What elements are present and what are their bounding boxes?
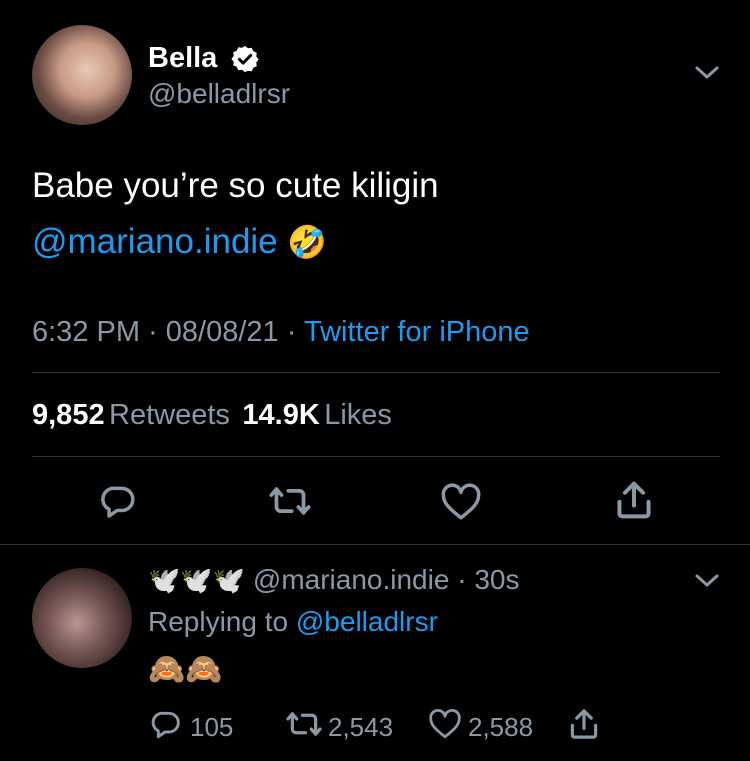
tweet-date: 08/08/21 [165,316,279,348]
reply-author-avatar[interactable] [32,568,132,668]
author-handle[interactable]: @belladlrsr [148,78,290,110]
reply-chevron-down-icon[interactable] [692,570,722,592]
mention-link[interactable]: @mariano.indie [32,222,278,261]
reply-dot: · [457,564,467,595]
tweet-text-line2: @mariano.indie 🤣 [32,214,439,270]
share-icon[interactable] [614,478,654,522]
tweet-meta: 6:32 PM · 08/08/21 · Twitter for iPhone [32,316,530,349]
author-name-text: Bella [148,42,218,74]
tweet-time: 6:32 PM [32,316,140,348]
reply-time: 30s [474,564,520,595]
meta-separator-2: · [286,316,297,348]
tweet-source-link[interactable]: Twitter for iPhone [304,316,530,348]
replying-to: Replying to @belladlrsr [148,606,438,638]
retweets-stat[interactable]: 9,852 Retweets [32,399,234,431]
reply-comment-icon[interactable] [148,708,182,740]
verified-badge-icon [230,44,260,74]
replying-handle-link[interactable]: @belladlrsr [296,606,438,637]
reply-retweet-count: 2,543 [328,712,394,742]
reply-icon[interactable] [97,482,137,520]
retweets-label: Retweets [109,399,230,431]
tweet-text: Babe you’re so cute kiligin @mariano.ind… [32,158,439,270]
divider-top [32,372,720,373]
reply-action-bar: 105 2,543 2,588 [148,706,708,746]
retweet-icon[interactable] [268,482,312,520]
likes-count: 14.9K [242,399,320,431]
reply-comment-count: 105 [190,712,234,742]
rofl-emoji: 🤣 [287,224,328,260]
reply-retweet-icon[interactable] [284,708,324,740]
reply-like-heart-icon[interactable] [428,708,462,740]
likes-label: Likes [324,399,392,431]
divider-bottom [0,544,750,545]
tweet-text-line1: Babe you’re so cute kiligin [32,166,439,205]
author-avatar[interactable] [32,25,132,125]
reply-text: 🙈🙈 [148,653,223,686]
author-name[interactable]: Bella [148,42,217,75]
reply-author-handle[interactable]: @mariano.indie [253,564,450,595]
replying-label: Replying to [148,606,289,637]
reply-like-count: 2,588 [468,712,534,742]
likes-stat[interactable]: 14.9K Likes [242,399,392,431]
reply-share-icon[interactable] [568,706,600,742]
meta-separator: · [148,316,158,348]
chevron-down-icon[interactable] [692,62,722,84]
reply-author-name[interactable]: 🕊️🕊️🕊️ [148,565,245,595]
reply-header: 🕊️🕊️🕊️ @mariano.indie · 30s [148,564,519,596]
divider-middle [32,456,720,457]
tweet-stats: 9,852 Retweets 14.9K Likes [32,399,392,432]
like-heart-icon[interactable] [440,482,482,522]
retweets-count: 9,852 [32,399,105,431]
